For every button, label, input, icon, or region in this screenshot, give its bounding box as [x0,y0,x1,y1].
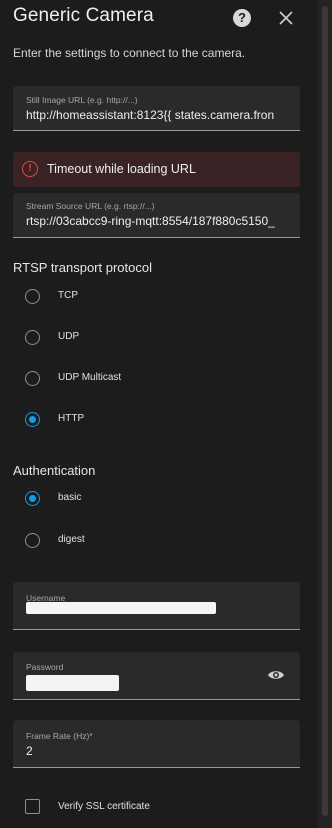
radio-button[interactable] [25,330,40,345]
radio-button[interactable] [25,289,40,304]
verify-ssl-checkbox[interactable] [25,799,40,814]
still-image-url-field[interactable]: Still Image URL (e.g. http://...) http:/… [13,86,300,131]
question-circle-icon[interactable]: ? [233,9,251,27]
stream-source-url-label: Stream Source URL (e.g. rtsp://...) [26,201,155,211]
authentication-title: Authentication [13,463,96,478]
error-message: Timeout while loading URL [47,162,196,176]
scrollbar-thumb[interactable] [322,6,328,816]
radio-label: UDP [58,331,80,342]
verify-ssl-label: Verify SSL certificate [58,801,150,812]
username-field[interactable]: Username [13,582,300,630]
alert-circle-icon: ! [22,161,38,177]
generic-camera-dialog: Generic Camera ? Enter the settings to c… [0,0,318,828]
radio-label: basic [58,492,82,503]
close-icon[interactable] [276,8,296,28]
frame-rate-value: 2 [26,744,33,758]
eye-icon[interactable] [267,669,285,681]
password-field[interactable]: Password [13,652,300,700]
radio-label: digest [58,534,85,545]
radio-label: HTTP [58,413,85,424]
radio-button[interactable] [25,371,40,386]
password-label: Password [26,662,64,672]
frame-rate-label: Frame Rate (Hz)* [26,731,93,741]
redacted-password [26,675,119,691]
still-image-url-value: http://homeassistant:8123{{ states.camer… [26,108,275,122]
stream-source-url-value: rtsp://03cabcc9-ring-mqtt:8554/187f880c5… [26,214,275,228]
frame-rate-field[interactable]: Frame Rate (Hz)* 2 [13,720,300,768]
dialog-title: Generic Camera [13,5,154,26]
dialog-description: Enter the settings to connect to the cam… [13,46,246,60]
redacted-username [26,602,216,614]
radio-button-checked[interactable] [25,491,40,506]
radio-button-checked[interactable] [25,412,40,427]
stream-source-url-field[interactable]: Stream Source URL (e.g. rtsp://...) rtsp… [13,193,300,238]
rtsp-transport-title: RTSP transport protocol [13,260,152,275]
still-image-url-label: Still Image URL (e.g. http://...) [26,95,138,105]
radio-label: TCP [58,290,78,301]
radio-button[interactable] [25,533,40,548]
error-alert: ! Timeout while loading URL [13,152,300,187]
radio-label: UDP Multicast [58,372,122,383]
